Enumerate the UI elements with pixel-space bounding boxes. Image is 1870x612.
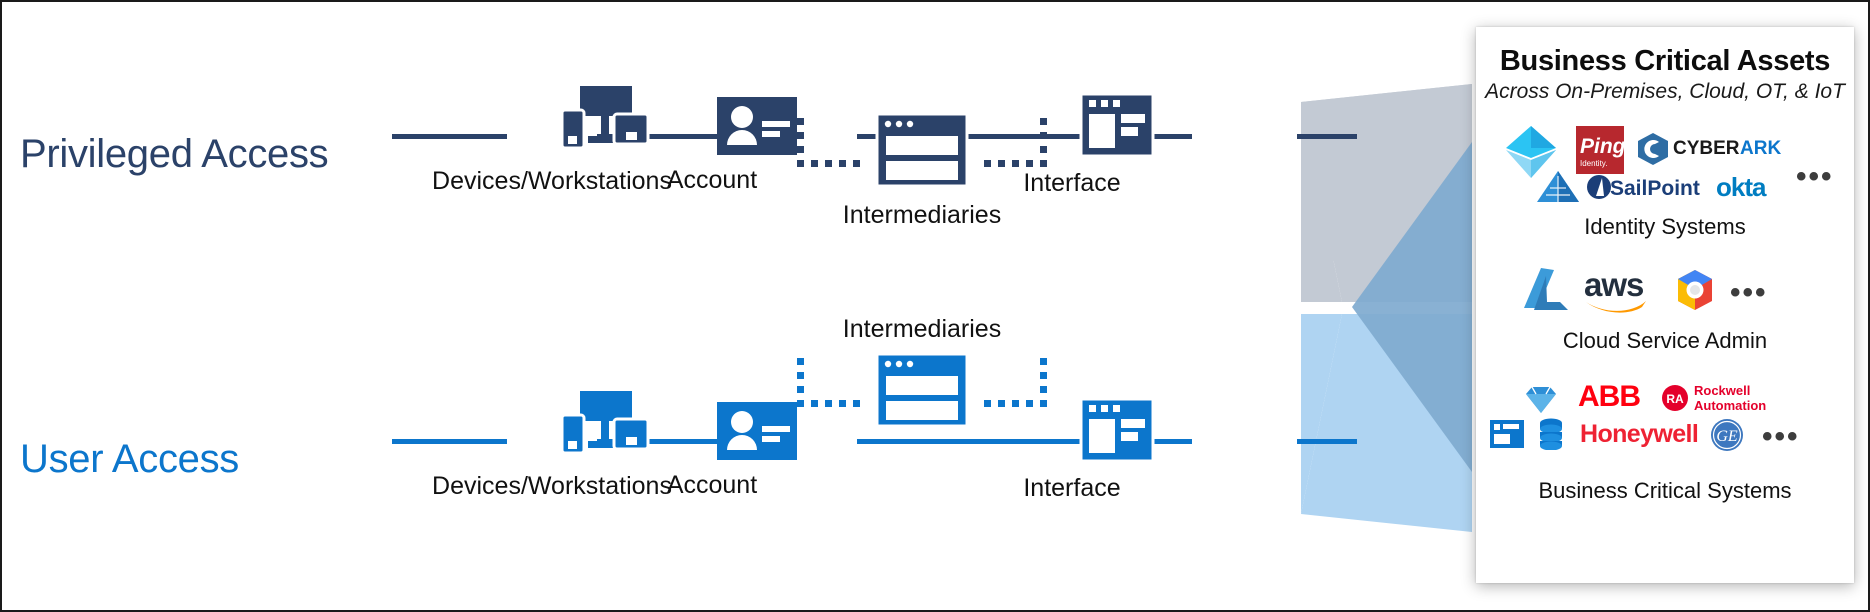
node-caption: Intermediaries — [842, 201, 1002, 229]
cyberark-wordmark-ark: ARK — [1740, 138, 1782, 159]
rockwell-wordmark-line1: Rockwell — [1694, 383, 1751, 398]
sap-diamond-logo[interactable] — [1524, 384, 1558, 414]
cyberark-wordmark-cyber: CYBER — [1673, 138, 1740, 159]
identity-logos: Ping Identity. CYBER ARK SailPoint okta … — [1476, 120, 1854, 212]
node-caption: Interface — [1023, 474, 1121, 502]
privileged-access-title: Privileged Access — [20, 132, 329, 176]
application-window-icon[interactable] — [1490, 420, 1524, 448]
card-subtitle: Across On-Premises, Cloud, OT, & IoT — [1485, 80, 1845, 103]
node-caption: Intermediaries — [842, 315, 1002, 343]
asset-group-cloud-service-admin: aws ••• Cloud Service Admin — [1476, 262, 1854, 354]
rockwell-wordmark-line2: Automation — [1694, 398, 1767, 413]
rockwell-automation-mark[interactable]: RA — [1661, 384, 1689, 412]
node-interface[interactable]: Interface — [942, 397, 1202, 503]
identity-more-dots-icon[interactable]: ••• — [1796, 162, 1834, 192]
beyondtrust-pyramid-logo[interactable] — [1536, 170, 1580, 204]
business-critical-assets-card: Business Critical Assets Across On-Premi… — [1476, 27, 1854, 583]
ping-identity-logo[interactable]: Ping Identity. — [1576, 126, 1626, 174]
aws-smile-icon — [1586, 301, 1646, 313]
node-interface[interactable]: Interface — [942, 92, 1202, 198]
aws-wordmark[interactable]: aws — [1584, 268, 1644, 301]
abb-logo[interactable]: ABB — [1578, 382, 1641, 412]
cloud-logos: aws ••• — [1476, 262, 1854, 318]
asset-group-identity-systems: Ping Identity. CYBER ARK SailPoint okta … — [1476, 120, 1854, 240]
connector-line-4 — [1297, 134, 1357, 139]
card-title: Business Critical Assets — [1499, 45, 1831, 77]
svg-text:RA: RA — [1666, 392, 1684, 406]
user-access-row: User Access Devices/Workstations Account… — [2, 315, 1502, 587]
database-icon[interactable] — [1538, 418, 1564, 450]
honeywell-logo[interactable]: Honeywell — [1580, 422, 1699, 447]
node-caption: Account — [666, 471, 758, 499]
general-electric-logo[interactable]: GE — [1710, 418, 1744, 452]
sailpoint-wordmark: SailPoint — [1610, 177, 1700, 200]
business-more-dots-icon[interactable]: ••• — [1762, 422, 1800, 452]
interface-window-icon — [1079, 92, 1155, 158]
sailpoint-mark[interactable] — [1586, 174, 1612, 200]
svg-text:GE: GE — [1716, 428, 1738, 445]
cyberark-logo[interactable] — [1636, 132, 1670, 166]
okta-logo[interactable]: okta — [1716, 174, 1766, 200]
connector-line-4 — [1297, 439, 1357, 444]
google-cloud-logo[interactable] — [1672, 268, 1718, 312]
asset-group-label: Business Critical Systems — [1538, 478, 1792, 503]
asset-group-label: Identity Systems — [1584, 214, 1746, 239]
diagram-canvas: Privileged Access Devices/Workstations A… — [0, 0, 1870, 612]
privileged-access-row: Privileged Access Devices/Workstations A… — [2, 42, 1502, 282]
microsoft-azure-logo[interactable] — [1520, 266, 1572, 314]
cloud-more-dots-icon[interactable]: ••• — [1730, 278, 1768, 308]
asset-group-label: Cloud Service Admin — [1562, 328, 1768, 353]
node-caption: Interface — [1023, 169, 1121, 197]
user-access-title: User Access — [20, 437, 239, 481]
asset-group-business-critical-systems: ABB RA Rockwell Automation Honeywell GE … — [1476, 378, 1854, 504]
business-systems-logos: ABB RA Rockwell Automation Honeywell GE … — [1476, 378, 1854, 466]
interface-window-icon — [1079, 397, 1155, 463]
